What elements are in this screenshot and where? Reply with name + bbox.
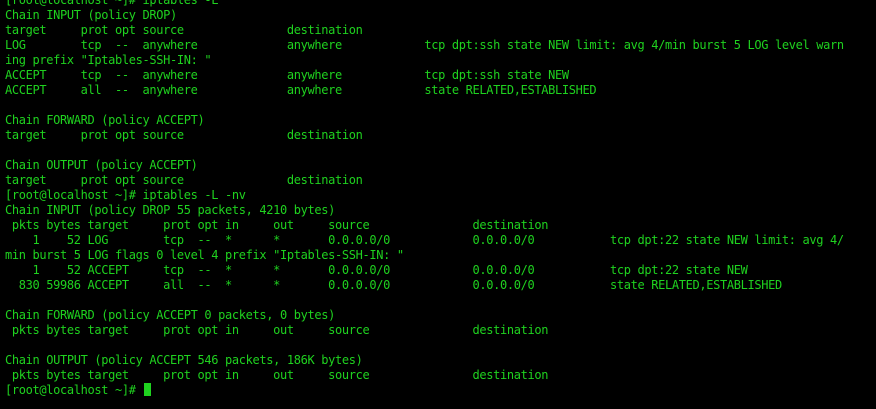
terminal-line: Chain INPUT (policy DROP) [5, 8, 177, 22]
terminal-line: 1 52 LOG tcp -- * * 0.0.0.0/0 0.0.0.0/0 … [5, 233, 844, 247]
terminal-line: 1 52 ACCEPT tcp -- * * 0.0.0.0/0 0.0.0.0… [5, 263, 748, 277]
terminal-window[interactable]: [root@localhost ~]# iptables -L Chain IN… [0, 0, 876, 409]
terminal-line: Chain OUTPUT (policy ACCEPT) [5, 158, 198, 172]
terminal-line: [root@localhost ~]# iptables -L -nv [5, 188, 246, 202]
terminal-line: Chain FORWARD (policy ACCEPT) [5, 113, 205, 127]
terminal-line: Chain INPUT (policy DROP 55 packets, 421… [5, 203, 335, 217]
terminal-line: min burst 5 LOG flags 0 level 4 prefix "… [5, 248, 404, 262]
terminal-output: [root@localhost ~]# iptables -L Chain IN… [5, 0, 844, 398]
terminal-line: target prot opt source destination [5, 173, 363, 187]
terminal-line: [root@localhost ~]# iptables -L [5, 0, 219, 7]
terminal-line: pkts bytes target prot opt in out source… [5, 368, 549, 382]
terminal-line: ACCEPT tcp -- anywhere anywhere tcp dpt:… [5, 68, 569, 82]
terminal-line: 830 59986 ACCEPT all -- * * 0.0.0.0/0 0.… [5, 278, 782, 292]
terminal-line: LOG tcp -- anywhere anywhere tcp dpt:ssh… [5, 38, 844, 52]
terminal-line: Chain FORWARD (policy ACCEPT 0 packets, … [5, 308, 335, 322]
command-prompt-line[interactable]: [root@localhost ~]# [5, 383, 844, 398]
terminal-line: ACCEPT all -- anywhere anywhere state RE… [5, 83, 597, 97]
shell-prompt: [root@localhost ~]# [5, 383, 143, 397]
terminal-line: target prot opt source destination [5, 128, 363, 142]
terminal-line: Chain OUTPUT (policy ACCEPT 546 packets,… [5, 353, 363, 367]
terminal-line: target prot opt source destination [5, 23, 363, 37]
terminal-line: pkts bytes target prot opt in out source… [5, 323, 549, 337]
text-cursor [143, 383, 151, 396]
terminal-line: ing prefix "Iptables-SSH-IN: " [5, 53, 212, 67]
terminal-line: pkts bytes target prot opt in out source… [5, 218, 549, 232]
